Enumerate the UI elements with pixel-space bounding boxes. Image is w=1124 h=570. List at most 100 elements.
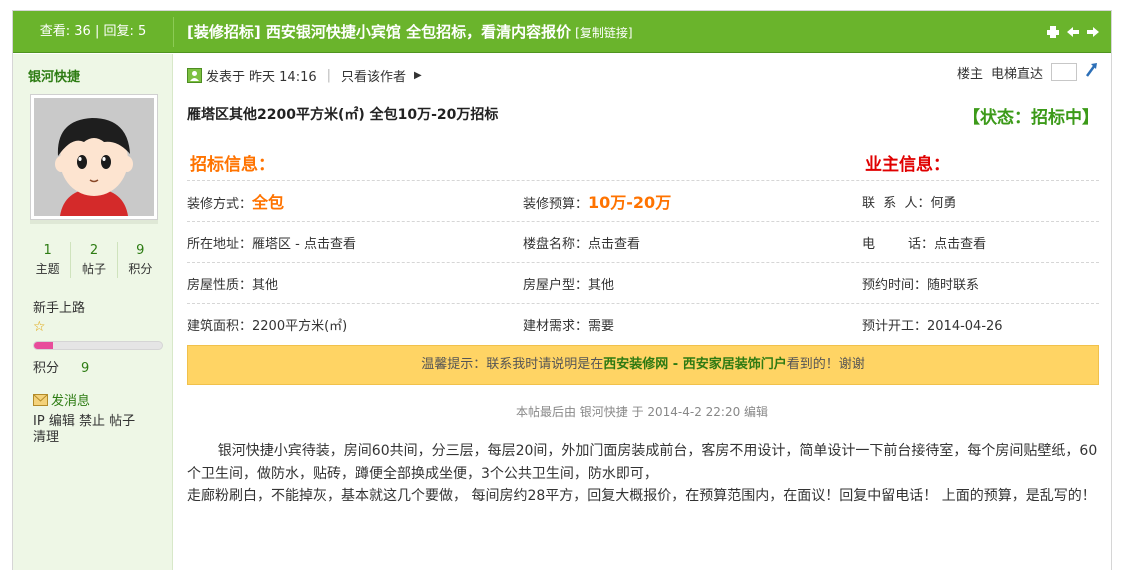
stat-posts-number: 2 — [89, 243, 99, 258]
previous-thread-icon[interactable] — [1067, 26, 1079, 38]
send-message-link[interactable]: 发消息 — [33, 390, 90, 409]
info-label: 预计开工： — [862, 318, 928, 334]
thread-title-text: [装修招标] 西安银河快捷小宾馆 全包招标，看清内容报价 — [187, 23, 572, 41]
info-cell: 预计开工：2014-04-26 — [862, 315, 1099, 334]
info-label: 装修预算： — [523, 197, 589, 212]
floor-jump-input[interactable] — [1051, 63, 1077, 81]
thread-header-bar: 查看: 36 | 回复: 5 [装修招标] 西安银河快捷小宾馆 全包招标，看清内… — [13, 11, 1111, 53]
info-cell: 装修预算：10万-20万 — [523, 189, 862, 213]
admin-clean-link[interactable]: 清理 — [33, 430, 59, 445]
points-value: 9 — [81, 361, 90, 376]
stat-points-label: 积分 — [128, 262, 153, 276]
info-label: 所在地址： — [187, 236, 253, 252]
info-row: 房屋性质：其他 房屋户型：其他 预约时间：随时联系 — [187, 262, 1099, 303]
avatar-shadow — [30, 220, 158, 224]
info-cell: 所在地址：雁塔区 - 点击查看 — [187, 233, 523, 252]
info-value: 全包 — [252, 193, 285, 212]
admin-edit-link[interactable]: 编辑 — [49, 414, 75, 429]
floor-nav: 楼主 电梯直达 — [957, 62, 1099, 82]
stat-posts-label: 帖子 — [81, 262, 106, 276]
tip-site-link[interactable]: 西安装修网 - 西安家居装饰门户 — [603, 357, 786, 372]
post-frame: 查看: 36 | 回复: 5 [装修招标] 西安银河快捷小宾馆 全包招标，看清内… — [12, 10, 1112, 570]
post-content: 银河快捷小宾待装，房间60共间，分三层，每层20间，外加门面房装成前台，客房不用… — [187, 440, 1099, 508]
thread-stats: 查看: 36 | 回复: 5 — [13, 11, 173, 53]
admin-ban-link[interactable]: 禁止 — [79, 414, 105, 429]
info-value: 其他 — [588, 277, 615, 293]
author-sidebar: 银河快捷 1 主题 2 帖子 9 积分 新手上路 ☆ 积分 9 发消息 IP 编… — [13, 54, 173, 570]
info-cell: 楼盘名称：点击查看 — [523, 233, 862, 252]
online-status-icon — [187, 68, 202, 83]
admin-actions: IP 编辑 禁止 帖子 清理 — [33, 414, 153, 446]
bid-status: 【状态：招标中】 — [963, 108, 1099, 128]
info-cell: 联 系 人：何勇 — [862, 192, 1099, 211]
replies-label: 回复: — [103, 24, 134, 39]
info-value: 何勇 — [930, 195, 957, 211]
info-cell: 房屋性质：其他 — [187, 274, 523, 293]
content-paragraph: 银河快捷小宾待装，房间60共间，分三层，每层20间，外加门面房装成前台，客房不用… — [187, 443, 1098, 482]
author-rank: 新手上路 — [33, 301, 86, 316]
posted-prefix: 发表于 — [206, 70, 246, 85]
info-row: 装修方式：全包 装修预算：10万-20万 联 系 人：何勇 — [187, 180, 1099, 221]
copy-link-button[interactable]: [复制链接] — [575, 26, 632, 40]
info-label: 装修方式： — [187, 197, 253, 212]
print-icon[interactable] — [1047, 26, 1059, 38]
info-value: 2200平方米(㎡) — [252, 318, 348, 334]
stat-topics-label: 主题 — [35, 262, 60, 276]
info-value: 2014-04-26 — [927, 318, 1003, 334]
caret-right-icon: ▶ — [414, 70, 422, 81]
header-divider — [173, 17, 174, 47]
content-paragraph: 走廊粉刷白，不能掉灰，基本就这几个要做， 每间房约28平方，回复大概报价，在预算… — [187, 488, 1096, 504]
bid-info-title: 招标信息： — [190, 155, 275, 175]
bid-info-grid: 装修方式：全包 装修预算：10万-20万 联 系 人：何勇 所在地址：雁塔区 -… — [187, 180, 1099, 344]
info-value: 随时联系 — [927, 277, 980, 293]
phone-link[interactable]: 点击查看 — [934, 237, 986, 252]
tip-prefix: 温馨提示：联系我时请说明是在 — [421, 357, 604, 372]
thread-title: [装修招标] 西安银河快捷小宾馆 全包招标，看清内容报价 [复制链接] — [187, 11, 633, 53]
building-link[interactable]: 点击查看 — [588, 237, 640, 252]
info-label: 楼盘名称： — [523, 236, 589, 252]
author-stats: 1 主题 2 帖子 9 积分 — [25, 242, 163, 278]
info-label: 建材需求： — [523, 318, 589, 334]
only-author-link[interactable]: 只看该作者 — [341, 66, 406, 85]
info-label: 预约时间： — [862, 277, 928, 293]
replies-count: 5 — [138, 24, 147, 39]
header-tools — [1047, 11, 1099, 53]
tip-suffix: 看到的！谢谢 — [786, 357, 865, 372]
owner-info-title: 业主信息： — [865, 155, 950, 175]
address-link[interactable]: 雁塔区 - 点击查看 — [252, 237, 356, 252]
points-label: 积分 — [33, 361, 60, 376]
avatar[interactable] — [30, 94, 158, 220]
jump-arrow-icon[interactable] — [1085, 62, 1099, 82]
author-name[interactable]: 银河快捷 — [28, 66, 80, 85]
author-points: 积分 9 — [33, 357, 89, 376]
level-progress-fill — [34, 342, 54, 349]
bid-headline: 雁塔区其他2200平方米(㎡) 全包10万-20万招标 — [187, 107, 499, 123]
info-cell: 电 话：点击查看 — [862, 233, 1099, 252]
info-cell: 预约时间：随时联系 — [862, 274, 1099, 293]
next-thread-icon[interactable] — [1087, 26, 1099, 38]
info-row: 建筑面积：2200平方米(㎡) 建材需求：需要 预计开工：2014-04-26 — [187, 303, 1099, 344]
info-cell: 房屋户型：其他 — [523, 274, 862, 293]
info-cell: 建材需求：需要 — [523, 315, 862, 334]
info-cell: 装修方式：全包 — [187, 189, 523, 213]
elevator-label: 电梯直达 — [990, 66, 1043, 82]
stat-points-number: 9 — [136, 243, 145, 258]
info-label: 房屋性质： — [187, 277, 253, 293]
info-value: 其他 — [252, 277, 279, 293]
info-value: 需要 — [588, 318, 615, 334]
post-meta: 发表于 昨天 14:16 | 只看该作者 ▶ — [187, 66, 422, 85]
avatar-cartoon-icon — [34, 98, 154, 216]
views-count: 36 — [74, 24, 91, 39]
meta-divider: | — [326, 68, 332, 83]
star-icon: ☆ — [33, 319, 46, 335]
admin-ip-link[interactable]: IP — [33, 414, 45, 429]
stat-posts[interactable]: 2 帖子 — [71, 242, 118, 278]
admin-posts-link[interactable]: 帖子 — [109, 414, 135, 429]
stat-topics[interactable]: 1 主题 — [25, 242, 72, 278]
info-row: 所在地址：雁塔区 - 点击查看 楼盘名称：点击查看 电 话：点击查看 — [187, 221, 1099, 262]
info-label: 电 话： — [862, 236, 935, 252]
stat-points[interactable]: 9 积分 — [118, 242, 163, 278]
floor-label: 楼主 — [956, 66, 983, 82]
edited-note: 本帖最后由 银河快捷 于 2014-4-2 22:20 编辑 — [515, 405, 769, 419]
level-progress-bar — [33, 341, 163, 350]
